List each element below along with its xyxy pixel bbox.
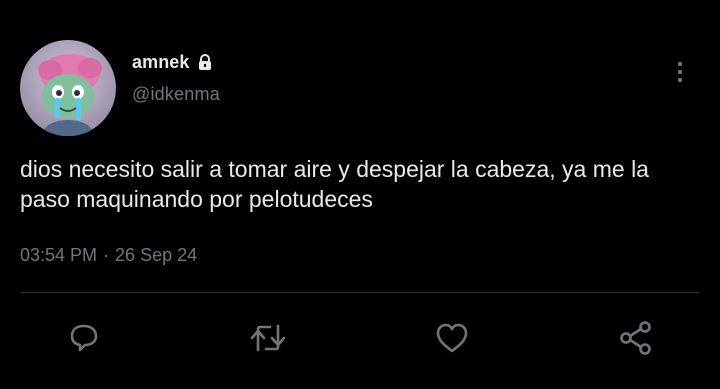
display-name[interactable]: amnek xyxy=(132,52,190,73)
author-info: amnek @idkenma xyxy=(132,50,220,105)
like-button[interactable] xyxy=(432,318,472,358)
display-name-row: amnek xyxy=(132,50,220,74)
more-vertical-icon xyxy=(677,61,683,83)
tweet-time: 03:54 PM xyxy=(20,245,98,265)
timestamp-separator: · xyxy=(103,245,110,265)
tweet-text: dios necesito salir a tomar aire y despe… xyxy=(20,156,649,212)
avatar-image xyxy=(20,40,116,136)
handle[interactable]: @idkenma xyxy=(132,84,220,105)
retweet-icon xyxy=(250,324,286,352)
heart-icon xyxy=(436,323,468,353)
avatar[interactable] xyxy=(20,40,116,136)
reply-button[interactable] xyxy=(64,318,104,358)
tweet-card: amnek @idkenma dios necesito salir a tom… xyxy=(0,0,720,389)
reply-icon xyxy=(70,324,98,352)
tweet-date: 26 Sep 24 xyxy=(115,245,198,265)
share-button[interactable] xyxy=(616,318,656,358)
share-icon xyxy=(620,321,651,355)
retweet-button[interactable] xyxy=(248,318,288,358)
more-options-button[interactable] xyxy=(670,58,690,86)
divider xyxy=(20,292,700,293)
lock-icon xyxy=(196,53,214,71)
timestamp[interactable]: 03:54 PM · 26 Sep 24 xyxy=(20,245,197,266)
